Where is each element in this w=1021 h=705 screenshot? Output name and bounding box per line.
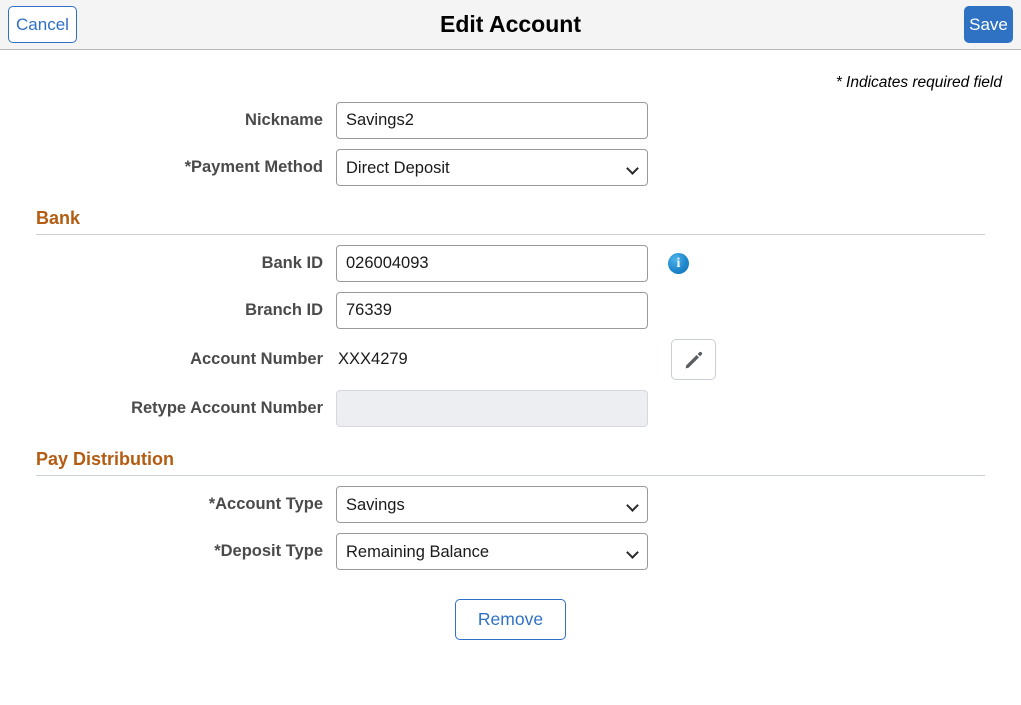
field-row-deposit-type: *Deposit Type Remaining Balance	[0, 533, 1021, 570]
field-row-payment-method: *Payment Method Direct Deposit	[0, 149, 1021, 186]
page-title: Edit Account	[0, 0, 1021, 49]
deposit-type-control: Remaining Balance	[336, 533, 648, 570]
branch-id-input[interactable]	[336, 292, 648, 329]
field-row-bank-id: Bank ID i	[0, 245, 1021, 282]
bank-section-title: Bank	[36, 208, 985, 234]
deposit-type-select-wrap: Remaining Balance	[336, 533, 648, 570]
field-row-retype-account-number: Retype Account Number	[0, 390, 1021, 427]
field-row-account-type: *Account Type Savings	[0, 486, 1021, 523]
nickname-label: Nickname	[0, 111, 336, 130]
remove-button-wrap: Remove	[0, 599, 1021, 640]
deposit-type-select[interactable]: Remaining Balance	[336, 533, 648, 570]
account-type-label: *Account Type	[0, 495, 336, 514]
edit-account-number-button[interactable]	[671, 339, 716, 380]
account-type-select-wrap: Savings	[336, 486, 648, 523]
page-header: Cancel Edit Account Save	[0, 0, 1021, 50]
retype-account-number-control	[336, 390, 648, 427]
pay-distribution-section-title: Pay Distribution	[36, 449, 985, 475]
bank-section-header: Bank	[0, 208, 1021, 235]
form-body: * Indicates required field Nickname *Pay…	[0, 50, 1021, 640]
payment-method-label: *Payment Method	[0, 158, 336, 177]
bank-id-label: Bank ID	[0, 254, 336, 273]
retype-account-number-label: Retype Account Number	[0, 399, 336, 418]
pay-distribution-section-divider	[36, 475, 985, 476]
account-type-select[interactable]: Savings	[336, 486, 648, 523]
field-row-nickname: Nickname	[0, 102, 1021, 139]
remove-button[interactable]: Remove	[455, 599, 566, 640]
branch-id-control	[336, 292, 648, 329]
retype-account-number-input	[336, 390, 648, 427]
pay-distribution-section-header: Pay Distribution	[0, 449, 1021, 476]
bank-id-control: i	[336, 245, 689, 282]
nickname-control	[336, 102, 648, 139]
payment-method-control: Direct Deposit	[336, 149, 648, 186]
save-button[interactable]: Save	[964, 6, 1013, 43]
bank-id-input[interactable]	[336, 245, 648, 282]
bank-section-divider	[36, 234, 985, 235]
account-number-control: XXX4279	[336, 339, 716, 380]
payment-method-select-wrap: Direct Deposit	[336, 149, 648, 186]
branch-id-label: Branch ID	[0, 301, 336, 320]
field-row-account-number: Account Number XXX4279	[0, 339, 1021, 380]
account-number-value: XXX4279	[336, 341, 648, 378]
payment-method-select[interactable]: Direct Deposit	[336, 149, 648, 186]
deposit-type-label: *Deposit Type	[0, 542, 336, 561]
account-number-label: Account Number	[0, 350, 336, 369]
nickname-input[interactable]	[336, 102, 648, 139]
account-type-control: Savings	[336, 486, 648, 523]
info-icon[interactable]: i	[668, 253, 689, 274]
field-row-branch-id: Branch ID	[0, 292, 1021, 329]
required-field-note: * Indicates required field	[0, 50, 1021, 92]
